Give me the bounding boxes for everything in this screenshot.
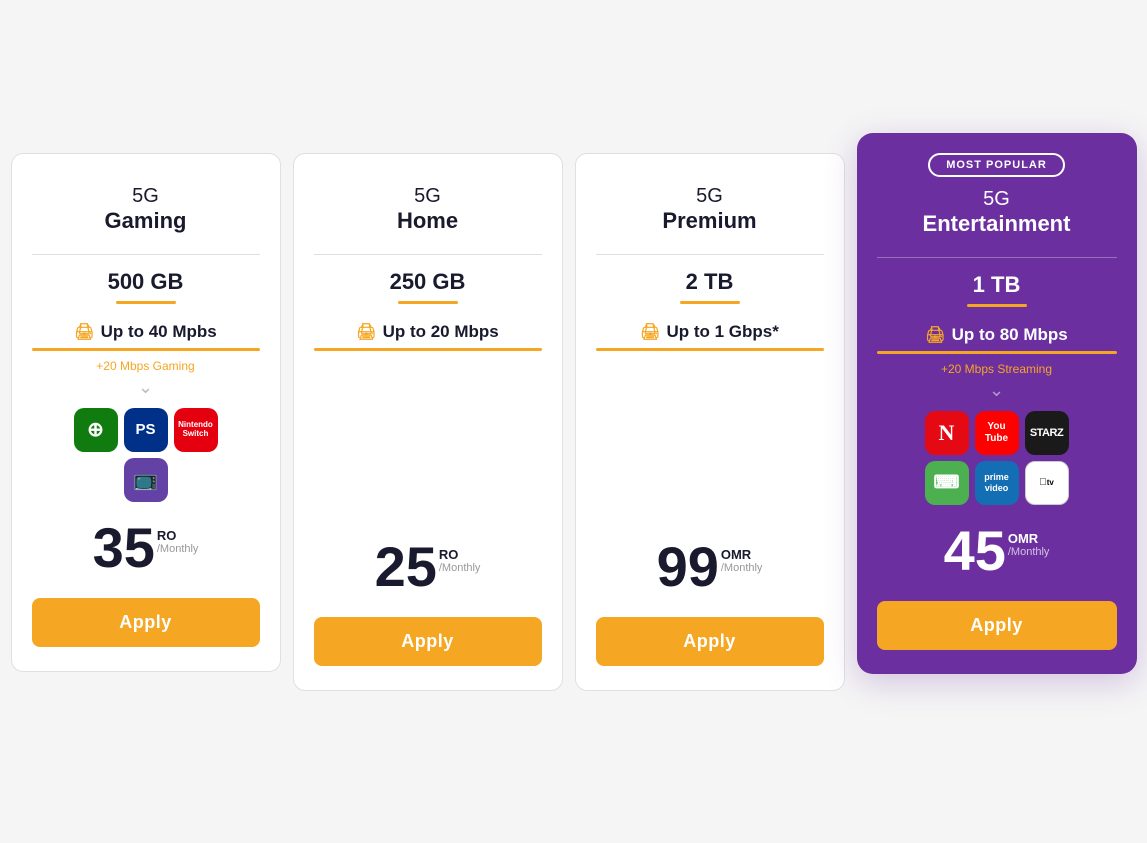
price-suffix-home: RO /Monthly (439, 547, 481, 574)
speed-icon-home: 🖨 (356, 322, 376, 342)
speed-text-home: Up to 20 Mbps (383, 322, 499, 342)
price-section-premium: 99 OMR /Monthly (657, 539, 763, 595)
divider-home (314, 254, 542, 255)
price-currency-premium: OMR (721, 547, 763, 562)
data-amount-entertainment: 1 TB (973, 272, 1021, 298)
apply-button-entertainment[interactable]: Apply (877, 601, 1117, 650)
netflix-icon: N (925, 411, 969, 455)
plan-name-line1-home: 5G (414, 184, 441, 208)
speed-row-home: 🖨 Up to 20 Mbps (356, 322, 498, 342)
price-section-home: 25 RO /Monthly (375, 539, 481, 595)
orange-bar-entertainment (967, 304, 1027, 307)
apply-button-gaming[interactable]: Apply (32, 598, 260, 647)
arrow-down-entertainment: ⌄ (989, 380, 1004, 401)
orange-bar-full-home (314, 348, 542, 351)
apps-row2-gaming: 📺 (124, 458, 168, 502)
speed-icon-gaming: 🖨 (74, 322, 94, 342)
llm-icon: ⌨ (925, 461, 969, 505)
orange-bar-full-premium (596, 348, 824, 351)
price-suffix-entertainment: OMR /Monthly (1008, 531, 1050, 558)
speed-text-gaming: Up to 40 Mpbs (101, 322, 217, 342)
orange-bar-full-gaming (32, 348, 260, 351)
price-number-home: 25 (375, 539, 437, 595)
starz-icon: STARZ (1025, 411, 1069, 455)
price-number-gaming: 35 (93, 520, 155, 576)
plan-card-premium: 5G Premium 2 TB 🖨 Up to 1 Gbps* 99 OMR /… (575, 153, 845, 691)
plan-name-line2-home: Home (397, 208, 458, 234)
data-amount-home: 250 GB (390, 269, 466, 295)
appletv-icon: tv (1025, 461, 1069, 505)
speed-icon-premium: 🖨 (640, 322, 660, 342)
price-suffix-premium: OMR /Monthly (721, 547, 763, 574)
apps-grid-gaming: ⊕ PS NintendoSwitch (74, 408, 218, 452)
price-period-gaming: /Monthly (157, 543, 199, 555)
nintendo-icon: NintendoSwitch (174, 408, 218, 452)
speed-row-premium: 🖨 Up to 1 Gbps* (640, 322, 779, 342)
apply-button-home[interactable]: Apply (314, 617, 542, 666)
divider-premium (596, 254, 824, 255)
plan-name-line2-entertainment: Entertainment (923, 211, 1071, 237)
plan-card-entertainment: MOST POPULAR 5G Entertainment 1 TB 🖨 Up … (857, 133, 1137, 674)
price-period-home: /Monthly (439, 562, 481, 574)
youtube-icon: YouTube (975, 411, 1019, 455)
speed-row-entertainment: 🖨 Up to 80 Mbps (925, 325, 1067, 345)
speed-extra-entertainment: +20 Mbps Streaming (941, 362, 1052, 376)
apps-grid-entertainment: N YouTube STARZ (925, 411, 1069, 455)
plan-card-home: 5G Home 250 GB 🖨 Up to 20 Mbps 25 RO /Mo… (293, 153, 563, 691)
orange-bar-full-entertainment (877, 351, 1117, 354)
price-section-gaming: 35 RO /Monthly (93, 520, 199, 576)
price-period-premium: /Monthly (721, 562, 763, 574)
plan-name-line2-premium: Premium (662, 208, 756, 234)
orange-bar-premium (680, 301, 740, 304)
price-period-entertainment: /Monthly (1008, 546, 1050, 558)
twitch-icon: 📺 (124, 458, 168, 502)
price-section-entertainment: 45 OMR /Monthly (944, 523, 1050, 579)
price-suffix-gaming: RO /Monthly (157, 528, 199, 555)
price-currency-entertainment: OMR (1008, 531, 1050, 546)
plan-card-gaming: 5G Gaming 500 GB 🖨 Up to 40 Mpbs +20 Mbp… (11, 153, 281, 672)
xbox-icon: ⊕ (74, 408, 118, 452)
price-number-premium: 99 (657, 539, 719, 595)
speed-row-gaming: 🖨 Up to 40 Mpbs (74, 322, 216, 342)
price-number-entertainment: 45 (944, 523, 1006, 579)
orange-bar-gaming (116, 301, 176, 304)
orange-bar-home (398, 301, 458, 304)
arrow-down-gaming: ⌄ (138, 377, 153, 398)
divider-entertainment (877, 257, 1117, 258)
speed-text-entertainment: Up to 80 Mbps (952, 325, 1068, 345)
data-amount-premium: 2 TB (686, 269, 734, 295)
speed-text-premium: Up to 1 Gbps* (666, 322, 778, 342)
most-popular-badge: MOST POPULAR (928, 153, 1065, 177)
apps-row2-entertainment: ⌨ primevideo tv (925, 461, 1069, 505)
plan-name-line1-entertainment: 5G (983, 187, 1010, 211)
plan-name-line1-premium: 5G (696, 184, 723, 208)
price-currency-home: RO (439, 547, 481, 562)
apply-button-premium[interactable]: Apply (596, 617, 824, 666)
playstation-icon: PS (124, 408, 168, 452)
price-currency-gaming: RO (157, 528, 199, 543)
plans-container: 5G Gaming 500 GB 🖨 Up to 40 Mpbs +20 Mbp… (5, 153, 1143, 691)
plan-name-line1-gaming: 5G (132, 184, 159, 208)
speed-extra-gaming: +20 Mbps Gaming (96, 359, 194, 373)
speed-icon-entertainment: 🖨 (925, 325, 945, 345)
plan-name-line2-gaming: Gaming (105, 208, 187, 234)
amazon-prime-icon: primevideo (975, 461, 1019, 505)
divider-gaming (32, 254, 260, 255)
data-amount-gaming: 500 GB (108, 269, 184, 295)
